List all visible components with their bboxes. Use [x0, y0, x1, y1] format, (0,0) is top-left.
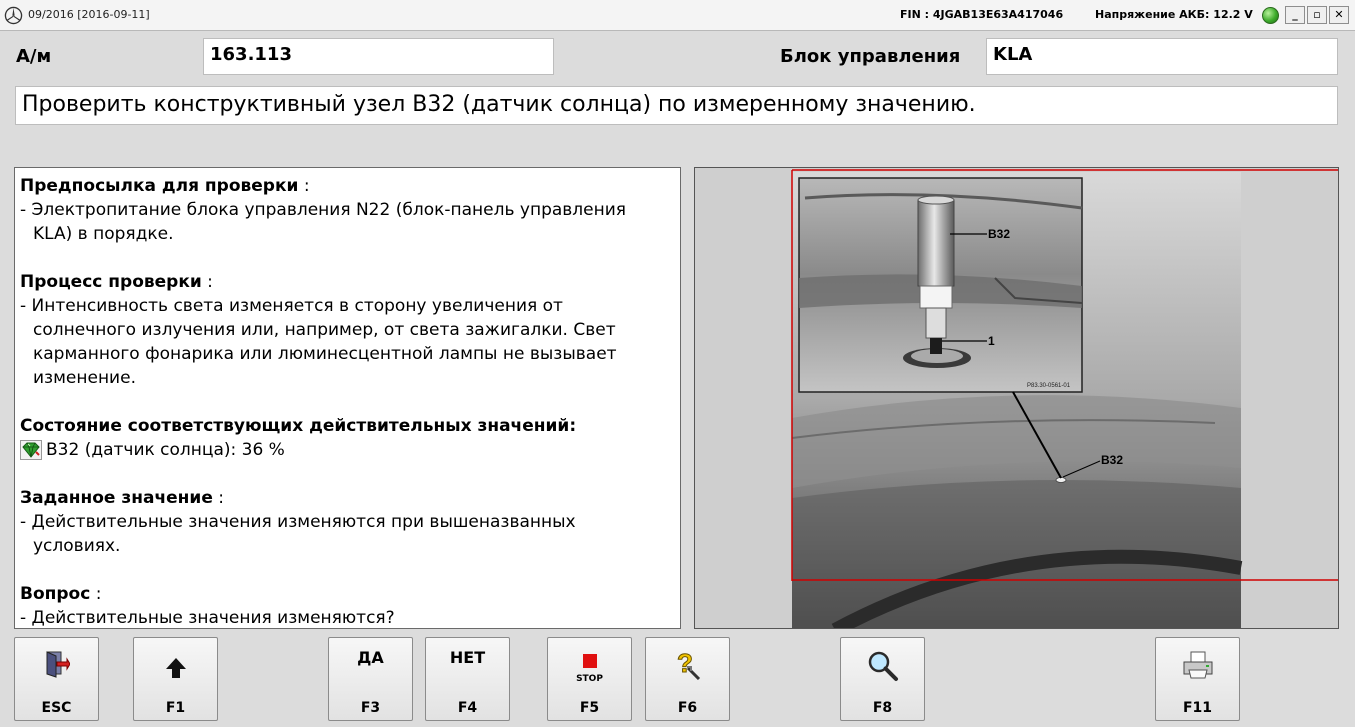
minimize-icon[interactable]: _ — [1285, 6, 1305, 24]
component-image-panel[interactable]: B32 1 B32 P83.30-0561-01 — [694, 167, 1339, 629]
f6-label: F6 — [677, 700, 698, 716]
arrow-up-icon — [165, 658, 186, 678]
process-line: карманного фонарика или люминесцентной л… — [33, 344, 617, 364]
instruction-text: Проверить конструктивный узел B32 (датчи… — [15, 86, 1338, 125]
figure-code: P83.30-0561-01 — [1027, 383, 1071, 389]
target-line: условиях. — [33, 536, 121, 556]
vehicle-label: А/м — [16, 46, 52, 67]
actual-value-text: B32 (датчик солнца): 36 % — [46, 440, 285, 460]
actual-values-section: Состояние соответствующих действительных… — [20, 414, 680, 462]
process-section: Процесс проверки : - Интенсивность света… — [20, 270, 680, 390]
callout-b32-top: B32 — [988, 227, 1010, 241]
f8-label: F8 — [872, 700, 893, 716]
info-panel[interactable]: Предпосылка для проверки : - Электропита… — [14, 167, 681, 629]
magnifier-icon — [868, 651, 898, 681]
callout-1: 1 — [988, 334, 995, 348]
ecu-field: KLA — [986, 38, 1338, 75]
fin-text: FIN : 4JGAB13E63A417046 — [900, 8, 1064, 21]
precondition-line: KLA) в порядке. — [33, 224, 174, 244]
vehicle-field: 163.113 — [203, 38, 554, 75]
target-section: Заданное значение : - Действительные зна… — [20, 486, 680, 558]
mercedes-star-icon — [4, 6, 23, 25]
f5-label: F5 — [579, 700, 600, 716]
f11-print-button[interactable]: F11 — [1155, 637, 1240, 721]
green-gem-icon — [20, 440, 42, 460]
f5-stop-button[interactable]: STOP F5 — [547, 637, 632, 721]
battery-voltage-text: Напряжение АКБ: 12.2 V — [1095, 8, 1253, 21]
f11-label: F11 — [1182, 700, 1213, 716]
callout-b32-bottom: B32 — [1101, 453, 1123, 467]
f3-caption: ДА — [357, 648, 384, 667]
precondition-title: Предпосылка для проверки — [20, 176, 299, 196]
f8-zoom-button[interactable]: F8 — [840, 637, 925, 721]
question-title: Вопрос — [20, 584, 91, 604]
esc-label: ESC — [41, 700, 72, 716]
precondition-section: Предпосылка для проверки : - Электропита… — [20, 174, 680, 246]
f3-label: F3 — [360, 700, 381, 716]
f3-yes-button[interactable]: ДА F3 — [328, 637, 413, 721]
exit-door-icon — [46, 651, 70, 678]
f4-caption: НЕТ — [449, 648, 486, 667]
actual-value-row[interactable]: B32 (датчик солнца): 36 % — [20, 438, 680, 462]
maximize-icon[interactable]: ▫ — [1307, 6, 1327, 24]
f4-no-button[interactable]: НЕТ F4 — [425, 637, 510, 721]
version-text: 09/2016 [2016-09-11] — [28, 8, 150, 21]
process-title: Процесс проверки — [20, 272, 202, 292]
status-green-icon — [1262, 7, 1279, 24]
process-line: солнечного излучения или, например, от с… — [33, 320, 616, 340]
stop-icon — [582, 654, 597, 668]
dashboard-illustration: B32 1 B32 P83.30-0561-01 — [791, 169, 1338, 628]
svg-text:?: ? — [677, 648, 693, 678]
precondition-line: - Электропитание блока управления N22 (б… — [20, 200, 627, 220]
ecu-label: Блок управления — [780, 46, 961, 67]
process-line: - Интенсивность света изменяется в сторо… — [20, 296, 563, 316]
f1-button[interactable]: F1 — [133, 637, 218, 721]
f4-label: F4 — [457, 700, 478, 716]
f5-caption: STOP — [576, 674, 603, 684]
help-icon: ? — [676, 648, 700, 680]
printer-icon — [1183, 651, 1212, 679]
title-bar: 09/2016 [2016-09-11] FIN : 4JGAB13E63A41… — [0, 0, 1355, 31]
close-icon[interactable]: ✕ — [1329, 6, 1349, 24]
f1-label: F1 — [165, 700, 186, 716]
f6-help-button[interactable]: ? F6 — [645, 637, 730, 721]
question-line: - Действительные значения изменяются? — [20, 608, 395, 628]
target-title: Заданное значение — [20, 488, 213, 508]
esc-button[interactable]: ESC — [14, 637, 99, 721]
question-section: Вопрос : - Действительные значения измен… — [20, 582, 680, 628]
process-line: изменение. — [33, 368, 136, 388]
target-line: - Действительные значения изменяются при… — [20, 512, 576, 532]
actual-values-title: Состояние соответствующих действительных… — [20, 416, 577, 436]
